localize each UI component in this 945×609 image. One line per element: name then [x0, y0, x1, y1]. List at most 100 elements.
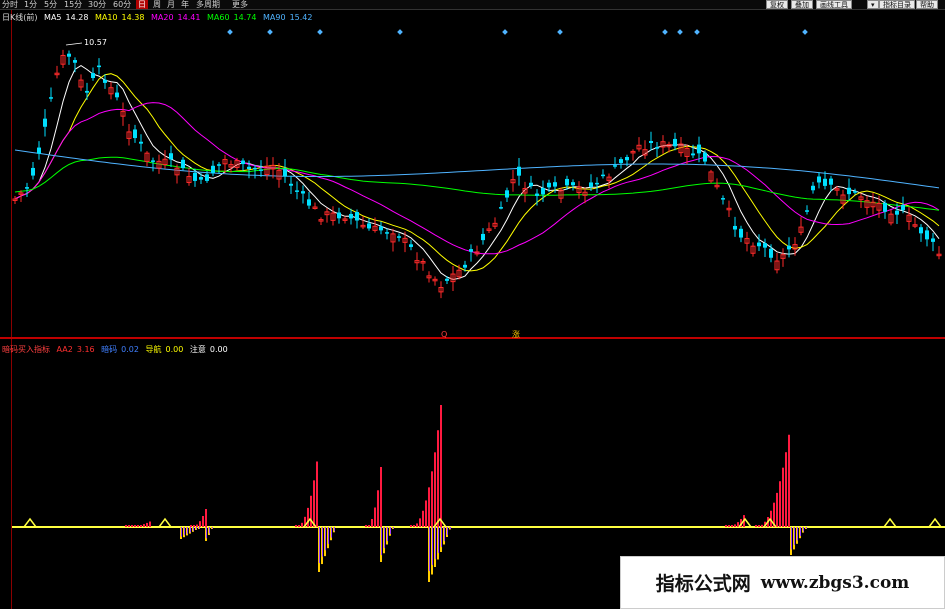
indicator-bar-up — [140, 525, 142, 527]
indicator-bar-up — [202, 515, 204, 527]
candle-body — [169, 153, 173, 160]
indicator-bar-down-accent — [432, 527, 433, 565]
indicator-bar-down-accent — [393, 527, 394, 529]
indicator-bar-up — [422, 510, 424, 527]
indicator-bar-up — [755, 525, 757, 527]
candle-body — [247, 166, 251, 169]
candle-body — [469, 249, 473, 252]
candle-body — [757, 242, 761, 247]
signal-diamond — [802, 29, 808, 35]
indicator-bar-down-accent — [184, 527, 185, 536]
candlesticks — [12, 49, 942, 299]
signal-diamond — [267, 29, 273, 35]
indicator-bar-up — [190, 525, 192, 527]
candle-body — [37, 147, 41, 154]
indicator-bar-up — [377, 490, 379, 527]
indicator-bar-up — [734, 524, 736, 527]
indicator-bar-down-accent — [791, 527, 792, 550]
ma-line-90 — [14, 149, 940, 189]
indicator-bar-down-accent — [794, 527, 795, 545]
candle-body — [217, 164, 221, 166]
candle-body — [739, 228, 743, 238]
candle-body — [43, 118, 47, 127]
candle-body — [499, 207, 503, 209]
indicator-bar-down-accent — [196, 527, 197, 530]
candle-body — [103, 79, 107, 83]
nav-peak — [158, 517, 172, 528]
signal-diamond — [677, 29, 683, 35]
indicator-bar-up — [731, 525, 733, 527]
candle-body — [823, 178, 827, 186]
indicator-bar-up — [146, 522, 148, 527]
candle-body — [85, 90, 89, 93]
indicator-bar-up — [431, 471, 433, 527]
indicator-bar-up — [758, 525, 760, 527]
candle-body — [901, 204, 905, 211]
indicator-bar-up — [298, 525, 300, 527]
candle-body — [565, 178, 569, 186]
candle-body — [91, 73, 95, 79]
candle-body — [67, 53, 71, 57]
candle-body — [97, 65, 101, 68]
indicator-bar-up — [128, 525, 130, 527]
indicator-bar-down-accent — [328, 527, 329, 544]
indicator-bar-up — [295, 525, 297, 527]
indicator-bar-up — [437, 430, 439, 527]
indicator-bar-down-accent — [387, 527, 388, 541]
indicator-bar-up — [143, 524, 145, 527]
indicator-bar-down-accent — [384, 527, 385, 548]
indicator-bar-up — [725, 525, 727, 527]
indicator-bar-up — [125, 525, 127, 527]
indicator-bar-up — [196, 524, 198, 527]
indicator-bar-down-accent — [334, 527, 335, 532]
candle-body — [931, 238, 935, 242]
signal-diamond — [227, 29, 233, 35]
candle-body — [307, 199, 311, 206]
indicator-bar-down-accent — [797, 527, 798, 541]
indicator-bar-up — [416, 523, 418, 527]
candle-body — [193, 172, 197, 181]
indicator-bar-up — [131, 525, 133, 527]
indicator-bar-down-accent — [190, 527, 191, 533]
candle-body — [769, 248, 773, 258]
candle-body — [385, 232, 389, 234]
indicator-bar-up — [301, 522, 303, 527]
indicator-bar-up — [149, 521, 151, 527]
candle-body — [259, 169, 263, 171]
indicator-bar-up — [434, 452, 436, 527]
candle-body — [673, 138, 677, 147]
candle-body — [355, 212, 359, 221]
kline-chart[interactable]: 10.57 Q 涨 — [0, 0, 945, 609]
indicator-bar-up — [782, 467, 784, 527]
indicator-bar-up — [785, 452, 787, 527]
candle-body — [397, 236, 401, 238]
candle-body — [811, 185, 815, 191]
high-price-pointer — [65, 42, 83, 46]
indicator-bar-down-accent — [325, 527, 326, 551]
indicator-bar-up — [199, 521, 201, 527]
indicator-bar-down-accent — [206, 527, 207, 539]
indicator-bar-up — [134, 525, 136, 527]
indicator-bar-down-accent — [806, 527, 807, 529]
indicator-bar-down-accent — [803, 527, 804, 532]
indicator-bar-down-accent — [444, 527, 445, 541]
watermark-url: www.zbgs3.com — [760, 572, 910, 593]
candle-body — [139, 141, 143, 144]
signal-diamond — [662, 29, 668, 35]
indicator-bar-down-accent — [390, 527, 391, 534]
indicator-bar-up — [413, 525, 415, 527]
indicator-bar-down-accent — [187, 527, 188, 534]
q-marker: Q — [441, 330, 447, 339]
indicator-bar-up — [205, 509, 207, 527]
high-price-label: 10.57 — [84, 38, 107, 47]
indicator-bar-down-accent — [193, 527, 194, 531]
candle-body — [529, 182, 533, 187]
candle-body — [721, 198, 725, 200]
indicator-bar-down-accent — [209, 527, 210, 534]
candle-body — [595, 182, 599, 185]
candle-body — [697, 144, 701, 154]
signal-diamond — [502, 29, 508, 35]
indicator-bar-up — [425, 500, 427, 527]
candle-body — [151, 160, 155, 162]
candle-body — [703, 152, 707, 162]
